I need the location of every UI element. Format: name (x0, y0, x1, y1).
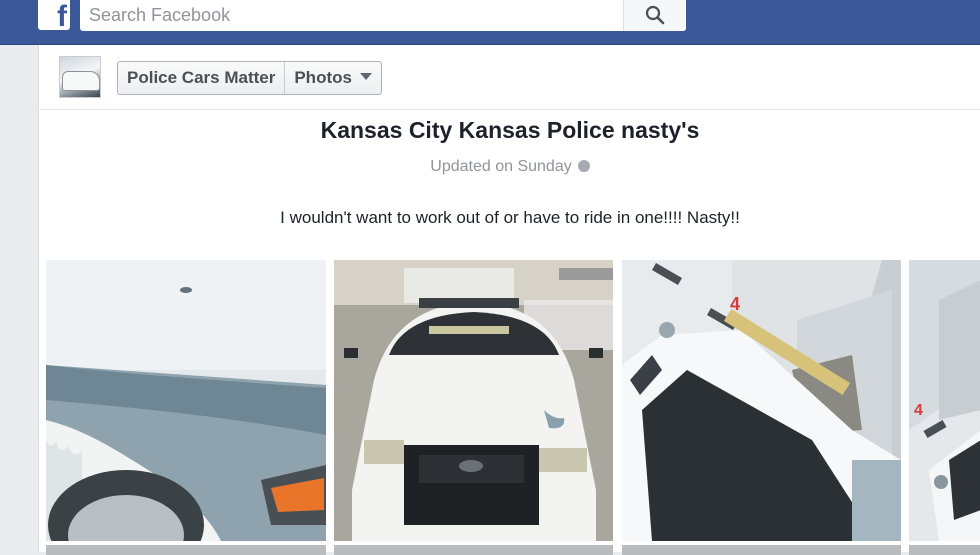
album-description: I wouldn't want to work out of or have t… (280, 208, 740, 227)
facebook-logo-icon[interactable]: f (38, 0, 70, 33)
search-button[interactable] (623, 0, 686, 31)
album-updated-line: Updated on Sunday (39, 158, 980, 176)
photo-1-image (46, 260, 326, 541)
album-photo-1[interactable] (46, 260, 326, 541)
search-bar (80, 0, 686, 31)
album-photo-3[interactable]: 4 (622, 260, 901, 541)
photo-4-image: 4 (909, 260, 980, 541)
breadcrumb: Police Cars Matter Photos (117, 61, 382, 95)
facebook-logo-letter: f (57, 0, 67, 33)
breadcrumb-photos-dropdown[interactable]: Photos (284, 62, 381, 94)
photo-2-image (334, 260, 613, 541)
page-header: Police Cars Matter Photos (39, 45, 980, 110)
album-photo-4[interactable]: 4 (909, 260, 980, 541)
album-photo-2[interactable] (334, 260, 613, 541)
album-photo-row-2 (334, 545, 613, 555)
photo-3-image: 4 (622, 260, 901, 541)
album-photo-row-2 (909, 545, 980, 555)
search-icon (645, 5, 665, 25)
page-profile-car-image (62, 71, 100, 91)
album-title: Kansas City Kansas Police nasty's (320, 117, 700, 143)
search-input[interactable] (80, 0, 620, 31)
page-profile-picture[interactable] (59, 56, 101, 98)
breadcrumb-photos-label: Photos (294, 68, 352, 87)
svg-text:4: 4 (914, 402, 923, 419)
chevron-down-icon (359, 73, 372, 81)
album-photo-row-2 (46, 545, 326, 555)
album-content: Police Cars Matter Photos Kansas City Ka… (38, 45, 980, 555)
album-updated-text: Updated on Sunday (430, 158, 572, 175)
globe-icon[interactable] (577, 159, 590, 172)
album-photo-row-2 (622, 545, 901, 555)
top-navigation-bar: f (0, 0, 980, 45)
breadcrumb-page-name[interactable]: Police Cars Matter (118, 62, 284, 94)
